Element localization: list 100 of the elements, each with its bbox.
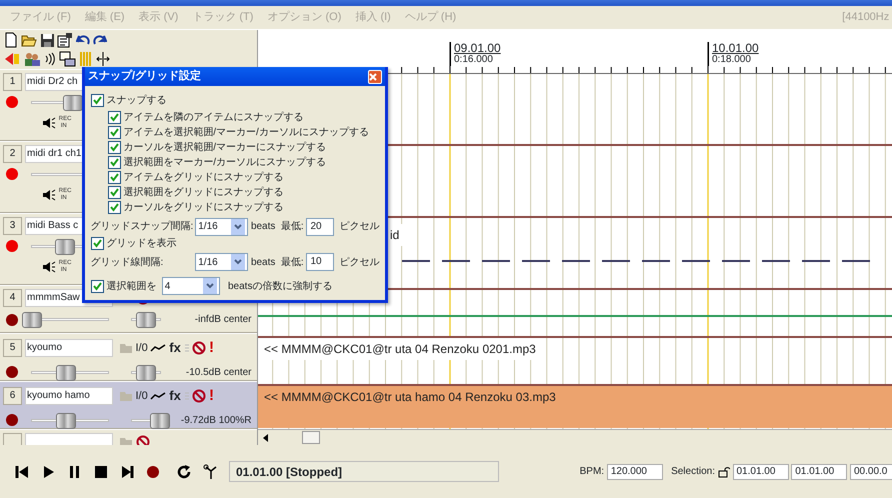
min-label: 最低: xyxy=(280,220,304,234)
volume-slider-thumb[interactable] xyxy=(56,364,76,380)
track-name-field[interactable]: kyoumo hamo xyxy=(25,386,113,405)
people-icon[interactable] xyxy=(22,50,41,67)
scrollbar-thumb[interactable] xyxy=(302,431,320,444)
track-number: 2 xyxy=(3,144,22,162)
track-name-field[interactable]: kyoumo xyxy=(25,338,113,357)
checkbox[interactable] xyxy=(108,140,120,154)
pan-slider-thumb[interactable] xyxy=(136,364,156,380)
marker-flag-icon[interactable] xyxy=(4,52,20,66)
track-number: 3 xyxy=(3,216,22,234)
stop-icon[interactable] xyxy=(93,464,109,480)
field-label: グリッド線間隔: xyxy=(90,256,164,270)
unit-label: beats xyxy=(250,220,276,234)
checkbox-label: カーソルをグリッドにスナップする xyxy=(123,200,284,215)
volume-slider-thumb[interactable] xyxy=(62,94,83,110)
metronome-icon[interactable] xyxy=(202,464,218,480)
scroll-left-arrow-icon[interactable] xyxy=(262,433,270,444)
time-position-label: 0:16.000 xyxy=(454,54,494,66)
track-number: 5 xyxy=(3,338,22,357)
pan-slider-thumb[interactable] xyxy=(136,312,156,328)
chevron-down-icon xyxy=(206,283,214,290)
beats-dropdown[interactable]: 4 xyxy=(162,277,220,296)
record-arm-button[interactable] xyxy=(6,240,18,252)
close-button[interactable] xyxy=(368,70,382,84)
go-to-start-icon[interactable] xyxy=(15,464,31,480)
snap-arrows-icon[interactable] xyxy=(96,50,110,67)
io-button[interactable]: I/0 xyxy=(136,340,148,356)
track-number: 6 xyxy=(3,386,22,405)
check-icon xyxy=(108,126,120,138)
item-name-label: << MMMM@CKC01@tr uta hamo 04 Renzoku 03.mp3 xyxy=(263,389,557,406)
save-icon[interactable] xyxy=(40,32,54,48)
horizontal-scrollbar[interactable] xyxy=(258,429,892,445)
io-button[interactable]: I/0 xyxy=(136,388,148,404)
pan-slider-thumb[interactable] xyxy=(150,412,170,428)
check-icon xyxy=(108,186,120,198)
selection-field[interactable]: 00.00.0 xyxy=(850,464,892,480)
min-pixels-field[interactable]: 10 xyxy=(306,253,334,272)
speaker-icon[interactable] xyxy=(42,189,56,201)
redo-icon[interactable] xyxy=(92,34,107,46)
fx-button[interactable]: fx xyxy=(169,338,181,358)
track-number: 4 xyxy=(3,288,22,306)
selection-field[interactable]: 01.01.00 xyxy=(732,464,788,480)
min-pixels-field[interactable]: 20 xyxy=(306,218,334,236)
unit-label: beats xyxy=(250,256,276,270)
suffix-label: beatsの倍数に強制する xyxy=(228,280,332,294)
properties-icon[interactable] xyxy=(57,32,74,48)
mute-icon[interactable] xyxy=(192,388,206,403)
speaker-icon[interactable] xyxy=(42,117,56,129)
checkbox[interactable] xyxy=(108,170,120,184)
network-icon[interactable] xyxy=(58,50,76,67)
checkbox[interactable] xyxy=(108,200,120,214)
new-file-icon[interactable] xyxy=(4,32,18,48)
envelope-icon[interactable] xyxy=(150,390,166,401)
mute-icon[interactable] xyxy=(192,340,206,355)
checkbox[interactable] xyxy=(108,110,120,124)
close-icon xyxy=(369,72,377,80)
interval-dropdown[interactable]: 1/16 xyxy=(195,253,248,272)
fx-button[interactable]: fx xyxy=(169,386,181,406)
time-position-label: 0:18.000 xyxy=(712,54,752,66)
solo-button[interactable]: ! xyxy=(209,336,214,359)
checkbox-label: カーソルを選択範囲/マーカーにスナップする xyxy=(123,140,326,155)
checkbox[interactable] xyxy=(108,186,120,199)
record-arm-button[interactable] xyxy=(6,96,18,108)
track-panel-selected[interactable]: 6 kyoumo hamo I/0 fx ! -9.72dB 100%R xyxy=(0,380,257,429)
check-icon xyxy=(108,142,120,153)
record-arm-button[interactable] xyxy=(6,414,18,426)
bar-position-label: 10.01.00 xyxy=(712,42,759,54)
interval-dropdown[interactable]: 1/16 xyxy=(195,218,248,236)
envelope-line[interactable] xyxy=(258,314,892,318)
go-to-end-icon[interactable] xyxy=(119,464,135,480)
sound-waves-icon[interactable] xyxy=(44,52,56,66)
mute-icon[interactable] xyxy=(136,434,150,445)
checkbox[interactable] xyxy=(108,126,120,139)
record-arm-button[interactable] xyxy=(6,366,18,378)
checkbox[interactable] xyxy=(108,156,120,169)
record-icon[interactable] xyxy=(145,464,161,480)
selection-field[interactable]: 01.01.00 xyxy=(791,464,848,480)
bpm-label: BPM: xyxy=(580,465,604,479)
undo-icon[interactable] xyxy=(76,34,90,46)
record-arm-button[interactable] xyxy=(6,168,18,180)
bpm-field[interactable]: 120.000 xyxy=(606,464,663,480)
media-item-selected[interactable]: << MMMM@CKC01@tr uta hamo 04 Renzoku 03.mp3 xyxy=(258,386,892,428)
volume-slider-thumb[interactable] xyxy=(22,312,42,328)
checkbox-label: アイテムを隣のアイテムにスナップする xyxy=(123,110,304,125)
checkbox[interactable] xyxy=(90,280,104,293)
checkbox-label: アイテムを選択範囲/マーカー/カーソルにスナップする xyxy=(123,126,369,140)
track-number: 1 xyxy=(3,72,22,90)
volume-slider-thumb[interactable] xyxy=(56,412,76,428)
padlock-icon[interactable] xyxy=(718,466,730,478)
check-icon xyxy=(108,172,120,183)
loop-icon[interactable] xyxy=(176,464,192,480)
checkbox[interactable] xyxy=(90,94,104,107)
check-icon xyxy=(108,112,120,123)
speaker-icon[interactable] xyxy=(42,261,56,273)
chevron-down-icon xyxy=(234,259,242,266)
envelope-icon[interactable] xyxy=(150,342,166,353)
record-arm-button[interactable] xyxy=(6,314,18,326)
volume-slider-thumb[interactable] xyxy=(55,238,76,254)
checkbox[interactable] xyxy=(90,236,104,250)
